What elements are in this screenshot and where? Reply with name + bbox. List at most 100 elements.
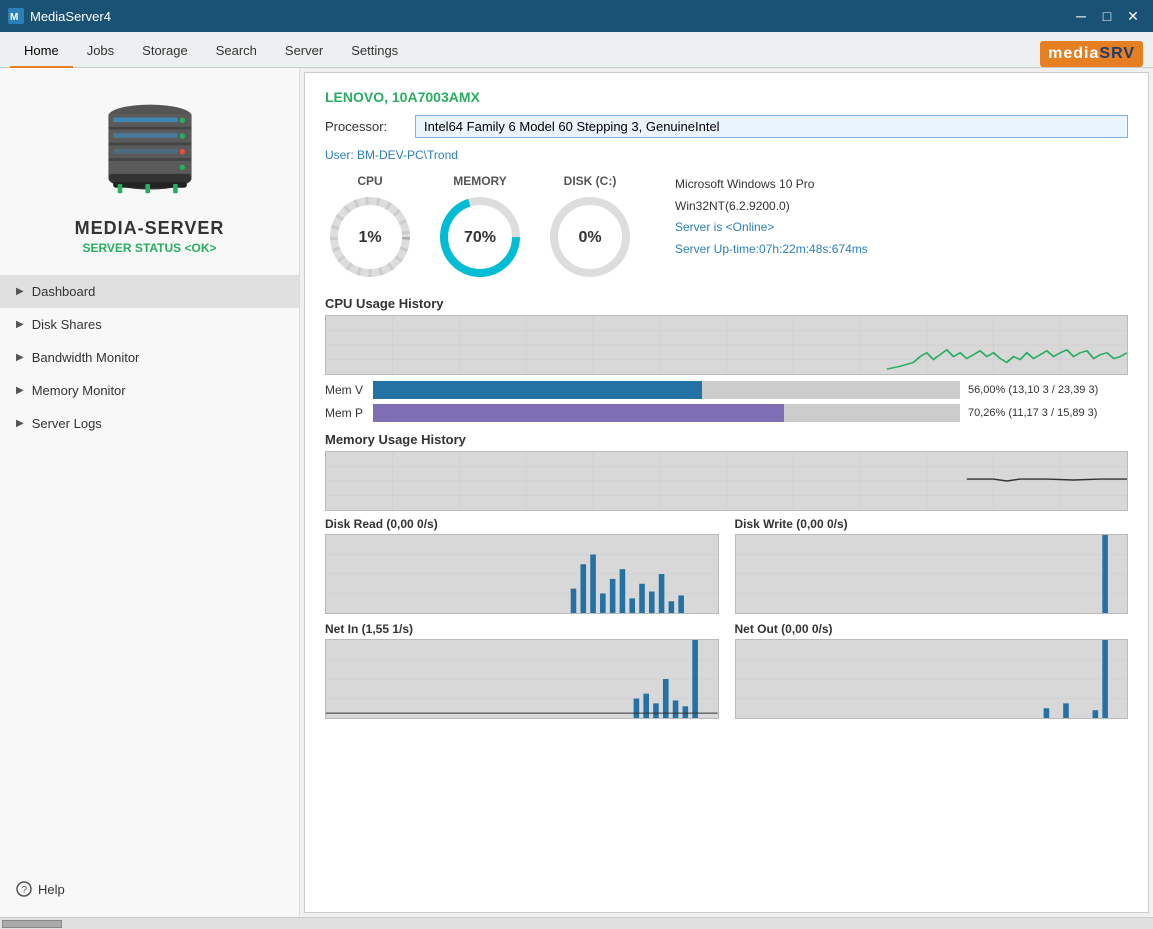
app-logo: mediaSRV <box>1040 41 1143 67</box>
sidebar-item-label: Disk Shares <box>32 317 102 332</box>
net-out-title: Net Out (0,00 0/s) <box>735 622 1129 636</box>
net-out-svg <box>736 640 1128 718</box>
disk-write-title: Disk Write (0,00 0/s) <box>735 517 1129 531</box>
mem-p-bar-bg <box>373 404 960 422</box>
user-link[interactable]: User: BM-DEV-PC\Trond <box>325 148 1128 162</box>
sidebar-item-server-logs[interactable]: ▶ Server Logs <box>0 407 299 440</box>
net-in-svg <box>326 640 718 718</box>
server-id: LENOVO, 10A7003AMX <box>325 89 1128 105</box>
svg-text:?: ? <box>22 885 28 896</box>
disk-read-chart <box>325 534 719 614</box>
mem-p-value: 70,26% (11,17 3 / 15,89 3) <box>968 407 1128 419</box>
disk-charts: Disk Read (0,00 0/s) <box>325 517 1128 614</box>
sidebar-item-label: Server Logs <box>32 416 102 431</box>
memory-gauge-svg: 70% <box>435 192 525 282</box>
title-bar-controls: ─ □ ✕ <box>1069 6 1145 26</box>
svg-text:1%: 1% <box>358 229 381 246</box>
mem-history-title: Memory Usage History <box>325 432 1128 447</box>
memory-label: MEMORY <box>453 174 507 188</box>
os-name: Microsoft Windows 10 Pro <box>675 174 868 196</box>
mem-p-label: Mem P <box>325 406 365 420</box>
net-out-chart <box>735 639 1129 719</box>
net-out-col: Net Out (0,00 0/s) <box>735 622 1129 719</box>
net-charts: Net In (1,55 1/s) <box>325 622 1128 719</box>
disk-write-svg <box>736 535 1128 613</box>
help-button[interactable]: ? Help <box>0 871 299 907</box>
processor-value[interactable] <box>415 115 1128 138</box>
mem-v-bar-bg <box>373 381 960 399</box>
mem-v-bar-fill <box>373 381 702 399</box>
cpu-gauge-svg: 1% <box>325 192 415 282</box>
mem-p-row: Mem P 70,26% (11,17 3 / 15,89 3) <box>325 404 1128 422</box>
svg-text:70%: 70% <box>464 229 496 246</box>
tab-storage[interactable]: Storage <box>128 37 202 68</box>
sidebar-item-label: Memory Monitor <box>32 383 126 398</box>
sidebar-item-memory-monitor[interactable]: ▶ Memory Monitor <box>0 374 299 407</box>
gauges-row: CPU 1% MEMORY 70% <box>325 174 1128 282</box>
server-name: MEDIA-SERVER <box>75 218 225 239</box>
disk-write-col: Disk Write (0,00 0/s) <box>735 517 1129 614</box>
net-in-title: Net In (1,55 1/s) <box>325 622 719 636</box>
scrollbar-thumb[interactable] <box>2 920 62 928</box>
sidebar: MEDIA-SERVER SERVER STATUS <OK> ▶ Dashbo… <box>0 68 300 917</box>
server-online[interactable]: Server is <Online> <box>675 217 868 239</box>
net-in-chart <box>325 639 719 719</box>
disk-read-title: Disk Read (0,00 0/s) <box>325 517 719 531</box>
disk-read-svg <box>326 535 718 613</box>
chevron-right-icon: ▶ <box>16 352 24 363</box>
chevron-right-icon: ▶ <box>16 286 24 297</box>
sidebar-item-label: Dashboard <box>32 284 96 299</box>
title-bar-left: M MediaServer4 <box>8 8 111 24</box>
processor-row: Processor: <box>325 115 1128 138</box>
server-status: SERVER STATUS <OK> <box>82 241 216 255</box>
cpu-history-title: CPU Usage History <box>325 296 1128 311</box>
tab-settings[interactable]: Settings <box>337 37 412 68</box>
memory-gauge: MEMORY 70% <box>435 174 525 282</box>
menu-bar: Home Jobs Storage Search Server Settings… <box>0 32 1153 68</box>
logo-area: mediaSRV <box>1040 41 1143 67</box>
cpu-gauge: CPU 1% <box>325 174 415 282</box>
svg-text:M: M <box>10 12 18 23</box>
server-icon-area: MEDIA-SERVER SERVER STATUS <OK> <box>0 68 299 265</box>
tab-jobs[interactable]: Jobs <box>73 37 128 68</box>
server-uptime[interactable]: Server Up-time:07h:22m:48s:674ms <box>675 239 868 261</box>
disk-label: DISK (C:) <box>564 174 617 188</box>
maximize-button[interactable]: □ <box>1095 6 1119 26</box>
cpu-history-chart <box>325 315 1128 375</box>
close-button[interactable]: ✕ <box>1121 6 1145 26</box>
sidebar-item-disk-shares[interactable]: ▶ Disk Shares <box>0 308 299 341</box>
disk-gauge-svg: 0% <box>545 192 635 282</box>
sidebar-item-dashboard[interactable]: ▶ Dashboard <box>0 275 299 308</box>
app-icon: M <box>8 8 24 24</box>
disk-gauge: DISK (C:) 0% <box>545 174 635 282</box>
tab-home[interactable]: Home <box>10 37 73 68</box>
sidebar-nav: ▶ Dashboard ▶ Disk Shares ▶ Bandwidth Mo… <box>0 275 299 440</box>
content-area: LENOVO, 10A7003AMX Processor: User: BM-D… <box>304 72 1149 913</box>
help-icon: ? <box>16 881 32 897</box>
sidebar-item-label: Bandwidth Monitor <box>32 350 140 365</box>
sidebar-item-bandwidth-monitor[interactable]: ▶ Bandwidth Monitor <box>0 341 299 374</box>
system-info: Microsoft Windows 10 Pro Win32NT(6.2.920… <box>675 174 868 260</box>
cpu-history-svg <box>326 316 1127 374</box>
processor-label: Processor: <box>325 119 405 134</box>
chevron-right-icon: ▶ <box>16 418 24 429</box>
minimize-button[interactable]: ─ <box>1069 6 1093 26</box>
app-title: MediaServer4 <box>30 9 111 24</box>
mem-history-svg <box>326 452 1127 510</box>
mem-p-bar-fill <box>373 404 784 422</box>
title-bar: M MediaServer4 ─ □ ✕ <box>0 0 1153 32</box>
disk-read-col: Disk Read (0,00 0/s) <box>325 517 719 614</box>
net-in-col: Net In (1,55 1/s) <box>325 622 719 719</box>
help-label: Help <box>38 882 65 897</box>
mem-history-chart <box>325 451 1128 511</box>
mem-v-value: 56,00% (13,10 3 / 23,39 3) <box>968 384 1128 396</box>
mem-v-label: Mem V <box>325 383 365 397</box>
disk-write-chart <box>735 534 1129 614</box>
cpu-label: CPU <box>357 174 382 188</box>
chevron-right-icon: ▶ <box>16 319 24 330</box>
tab-server[interactable]: Server <box>271 37 337 68</box>
tab-search[interactable]: Search <box>202 37 271 68</box>
main-layout: MEDIA-SERVER SERVER STATUS <OK> ▶ Dashbo… <box>0 68 1153 917</box>
scrollbar-area <box>0 917 1153 929</box>
server-icon <box>90 88 210 208</box>
